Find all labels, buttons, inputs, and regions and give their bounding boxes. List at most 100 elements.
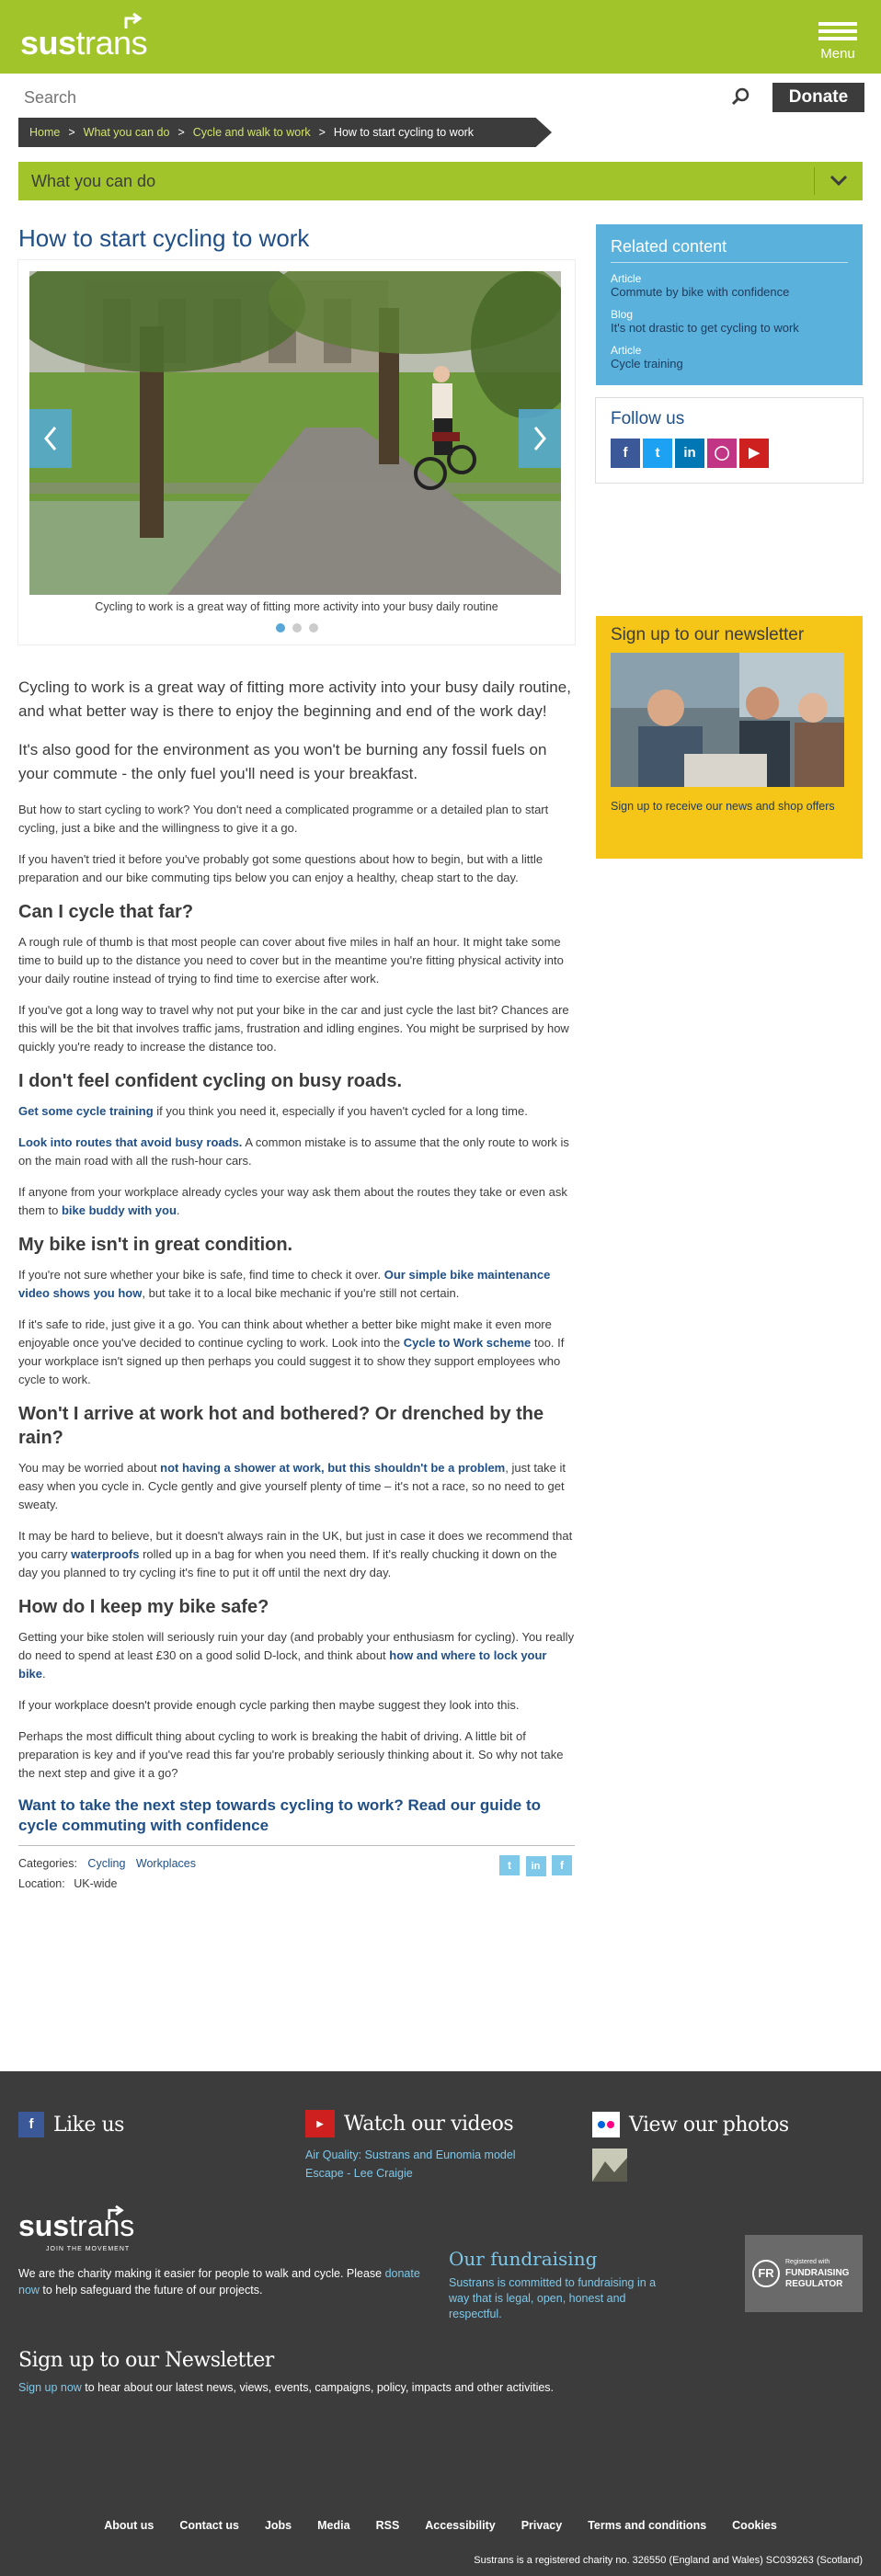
related-link[interactable]: Cycle training [611,357,848,370]
cycle-to-work-scheme-link[interactable]: Cycle to Work scheme [404,1336,531,1350]
related-type: Blog [611,308,634,321]
like-us-link[interactable]: f Like us [18,2112,124,2137]
sign-up-now-link[interactable]: Sign up now [18,2381,82,2394]
paragraph: If your workplace doesn't provide enough… [18,1698,520,1712]
footer-newsletter-title: Sign up to our Newsletter [18,2349,274,2372]
paragraph: But how to start cycling to work? You do… [18,803,549,835]
photos-block: View our photos [592,2112,789,2182]
slider-next-button[interactable] [519,409,561,468]
search-icon[interactable] [727,86,754,108]
related-item[interactable]: Article Commute by bike with confidence [611,272,848,299]
breadcrumb-separator: > [68,126,75,139]
facebook-icon[interactable]: f [611,439,640,468]
article: How to start cycling to work Cycling to … [18,224,575,1890]
slider-dot[interactable] [308,623,318,633]
page-title: How to start cycling to work [18,224,310,252]
menu-button[interactable]: Menu [817,18,859,64]
fr-mark: FR [752,2260,780,2287]
twitter-icon[interactable]: t [643,439,672,468]
fundraising-regulator-badge[interactable]: FR Registered with FUNDRAISING REGULATOR [745,2235,863,2312]
video-link[interactable]: Air Quality: Sustrans and Eunomia model [305,2149,516,2161]
cycle-training-link[interactable]: Get some cycle training [18,1104,154,1118]
text: . [176,1203,180,1217]
fundraising-title: Our fundraising [449,2248,598,2270]
related-item[interactable]: Blog It's not drastic to get cycling to … [611,308,848,335]
footer-link[interactable]: Terms and conditions [588,2519,706,2532]
newsletter-title: Sign up to our newsletter [611,625,805,644]
sustrans-logo[interactable]: sus trans [20,11,148,66]
footer-link[interactable]: Jobs [265,2519,292,2532]
logo-text-a: sus [20,24,76,62]
paragraph: If it's safe to ride, just give it a go.… [18,1316,575,1389]
breadcrumb-home[interactable]: Home [29,126,60,139]
breadcrumb-what-you-can-do[interactable]: What you can do [84,126,170,139]
footer-link[interactable]: Accessibility [425,2519,495,2532]
photo-thumbnail[interactable] [592,2149,627,2182]
text: You may be worried about [18,1461,161,1475]
newsletter-box[interactable]: Sign up to our newsletter Sign up to rec… [596,616,863,859]
footer-link[interactable]: Cookies [732,2519,777,2532]
hamburger-icon [817,22,859,40]
paragraph: If anyone from your workplace already cy… [18,1183,575,1220]
donate-button[interactable]: Donate [772,83,864,112]
instagram-icon[interactable]: ◯ [707,439,737,468]
paragraph: Get some cycle training if you think you… [18,1102,575,1121]
footer-newsletter: Sign up to our Newsletter Sign up now to… [18,2349,863,2394]
paragraph: You may be worried about not having a sh… [18,1459,575,1514]
like-us-heading: Like us [53,2113,124,2137]
category-link[interactable]: Cycling [87,1857,125,1870]
related-item[interactable]: Article Cycle training [611,344,848,370]
image-slider: Cycling to work is a great way of fittin… [18,260,575,644]
search-input[interactable] [18,83,763,112]
footer-link[interactable]: RSS [376,2519,400,2532]
charity-text: We are the charity making it easier for … [18,2265,441,2298]
section-nav-dropdown[interactable]: What you can do [18,162,863,200]
slider-dot[interactable] [292,623,302,633]
video-link[interactable]: Escape - Lee Craigie [305,2167,516,2180]
flickr-icon[interactable] [592,2112,620,2137]
linkedin-icon[interactable]: in [525,1856,546,1876]
location-label: Location: [18,1877,65,1890]
youtube-icon[interactable]: ▶ [305,2110,335,2137]
linkedin-icon[interactable]: in [675,439,704,468]
text: If you're not sure whether your bike is … [18,1268,384,1282]
footer-about: sustrans JOIN THE MOVEMENT We are the ch… [18,2205,441,2298]
footer-link[interactable]: Media [317,2519,349,2532]
follow-us: Follow us f t in ◯ ▶ [596,398,863,483]
footer-link[interactable]: Contact us [179,2519,239,2532]
regulator-text: FUNDRAISING [785,2268,850,2278]
videos-block: ▶ Watch our videos Air Quality: Sustrans… [305,2110,516,2180]
chevron-left-icon [44,427,57,450]
paragraph: It may be hard to believe, but it doesn'… [18,1527,575,1582]
section-nav-label: What you can do [31,171,156,190]
related-link[interactable]: Commute by bike with confidence [611,285,848,299]
paragraph: Perhaps the most difficult thing about c… [18,1729,564,1780]
avoid-busy-roads-link[interactable]: Look into routes that avoid busy roads. [18,1135,242,1149]
related-type: Article [611,344,642,357]
fundraising-text: Sustrans is committed to fundraising in … [449,2276,657,2320]
facebook-icon[interactable]: f [552,1855,572,1875]
waterproofs-link[interactable]: waterproofs [71,1547,139,1561]
section-heading: How do I keep my bike safe? [18,1597,269,1617]
footer-link[interactable]: Privacy [521,2519,562,2532]
slider-prev-button[interactable] [29,409,72,468]
newsletter-photo [611,653,844,787]
cycle-commuting-guide-link[interactable]: Want to take the next step towards cycli… [18,1795,575,1836]
category-link[interactable]: Workplaces [136,1857,196,1870]
twitter-icon[interactable]: t [499,1855,521,1875]
text: if you think you need it, especially if … [153,1104,528,1118]
slider-dot[interactable] [275,623,285,633]
shower-link[interactable]: not having a shower at work, but this sh… [160,1461,505,1475]
breadcrumb-separator: > [318,126,326,139]
youtube-icon[interactable]: ▶ [739,439,769,468]
related-link[interactable]: It's not drastic to get cycling to work [611,321,848,335]
paragraph: Getting your bike stolen will seriously … [18,1628,575,1683]
breadcrumb: Home > What you can do > Cycle and walk … [18,118,552,147]
paragraph: If you haven't tried it before you've pr… [18,852,543,884]
section-heading: Won't I arrive at work hot and bothered?… [18,1404,544,1448]
watch-videos-heading: Watch our videos [344,2112,514,2136]
bike-buddy-link[interactable]: bike buddy with you [62,1203,177,1217]
footer-logo[interactable]: sustrans [18,2205,441,2250]
breadcrumb-cycle-walk-work[interactable]: Cycle and walk to work [193,126,311,139]
footer-link[interactable]: About us [104,2519,154,2532]
